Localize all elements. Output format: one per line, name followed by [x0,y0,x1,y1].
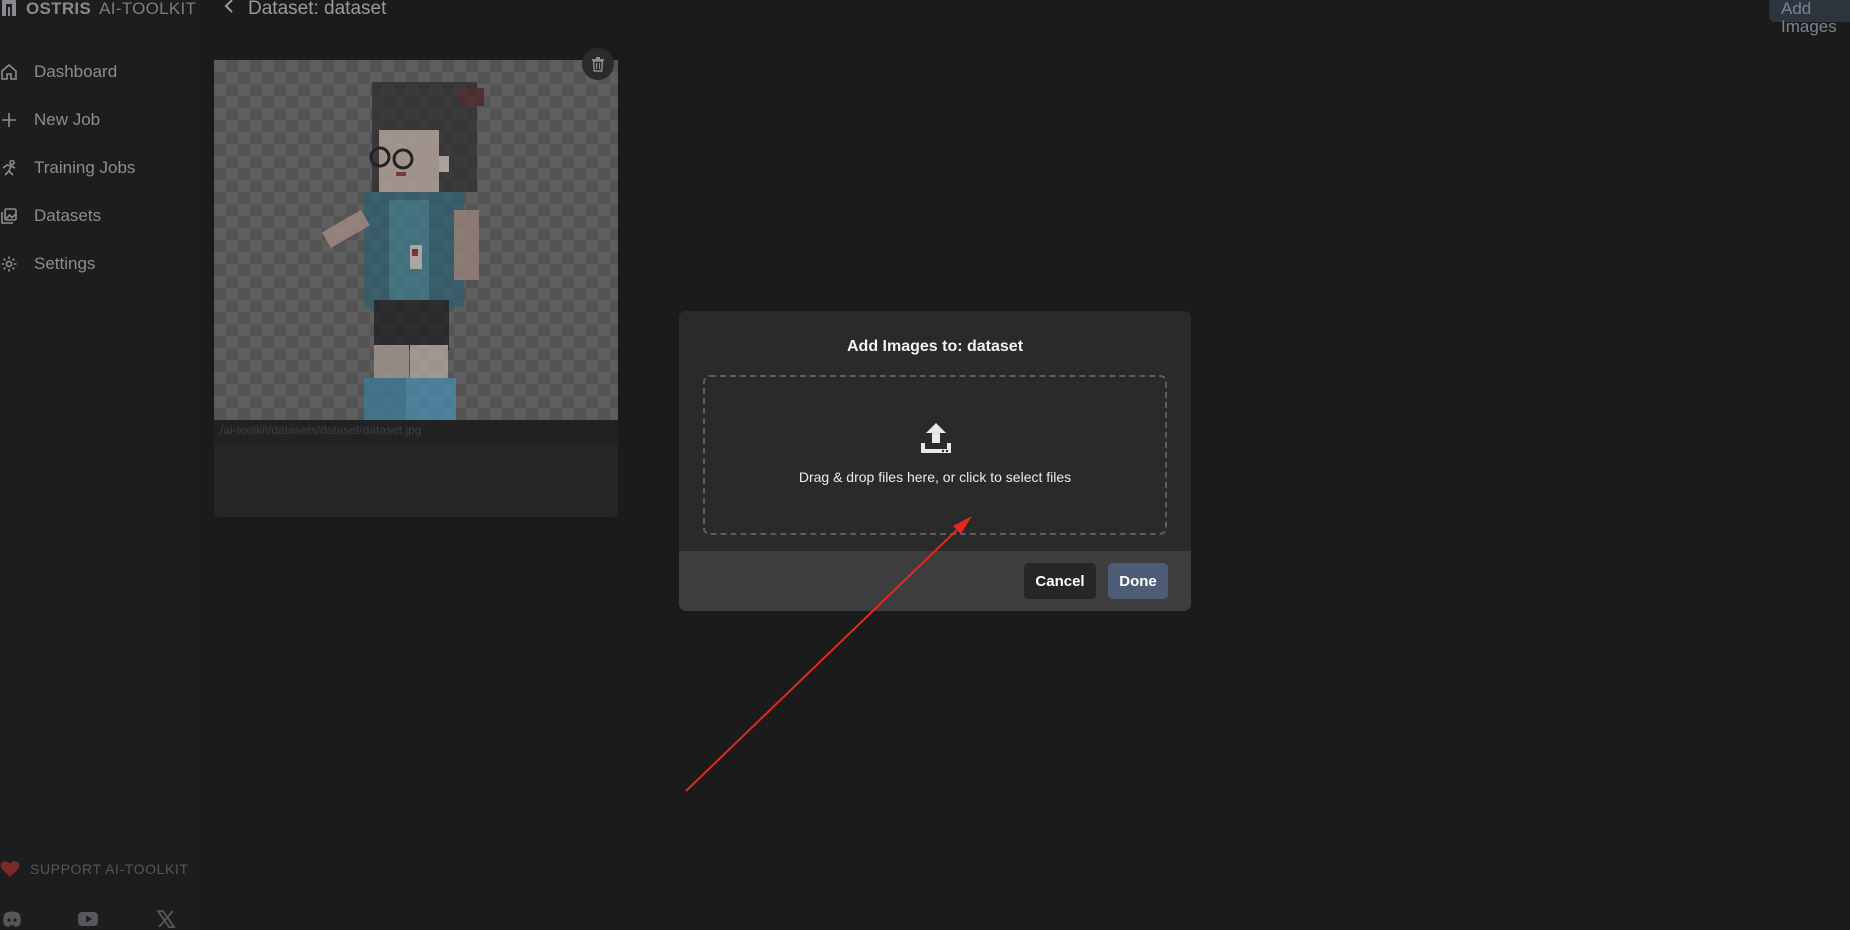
file-dropzone[interactable]: Drag & drop files here, or click to sele… [703,375,1167,535]
x-icon[interactable] [156,910,176,928]
sidebar-item-label: Settings [34,254,96,273]
sidebar-item-label: New Job [34,110,101,129]
sidebar-item-new-job[interactable]: New Job [0,107,100,133]
character-image [321,82,484,420]
youtube-icon[interactable] [78,910,98,928]
trash-icon [592,57,604,72]
support-link[interactable]: SUPPORT AI-TOOLKIT [0,860,189,878]
brand-name-rest: AI-TOOLKIT [99,0,197,18]
add-images-modal: Add Images to: dataset Drag & drop files… [679,311,1191,611]
social-links [0,910,180,930]
page-header: Dataset: dataset [222,0,387,19]
ostris-logo-icon [2,0,16,16]
images-icon [1,208,17,224]
sidebar: OSTRIS AI-TOOLKIT Dashboard New Job Trai… [0,0,200,930]
delete-image-button[interactable] [582,48,614,80]
modal-title: Add Images to: dataset [846,338,1024,355]
sidebar-item-datasets[interactable]: Datasets [0,203,101,229]
brand-name-bold: OSTRIS [26,0,92,18]
dataset-image[interactable] [214,60,618,420]
chevron-left-icon[interactable] [222,0,236,14]
done-button[interactable]: Done [1108,563,1168,599]
support-label: SUPPORT AI-TOOLKIT [30,861,189,877]
modal-footer: Cancel Done [679,551,1191,611]
training-icon [2,159,16,176]
upload-icon [921,423,951,453]
dropzone-text: Drag & drop files here, or click to sele… [798,469,1072,485]
dataset-image-card: /ai-toolkit/datasets/dataset/dataset.jpg [214,48,618,517]
sidebar-item-training-jobs[interactable]: Training Jobs [0,155,135,181]
brand[interactable]: OSTRIS AI-TOOLKIT [0,0,196,18]
caption-area[interactable] [214,444,618,517]
sidebar-item-settings[interactable]: Settings [0,251,95,277]
heart-icon [0,861,20,877]
discord-icon[interactable] [2,910,22,928]
page-title: Dataset: dataset [248,0,387,19]
sidebar-item-label: Dashboard [34,62,118,81]
image-path: /ai-toolkit/datasets/dataset/dataset.jpg [220,423,422,437]
add-images-button[interactable]: Add Images [1769,0,1850,36]
cancel-button[interactable]: Cancel [1024,563,1096,599]
sidebar-item-label: Training Jobs [34,158,136,177]
gear-icon [1,256,17,272]
plus-icon [2,113,16,127]
sidebar-item-label: Datasets [34,206,102,225]
sidebar-item-dashboard[interactable]: Dashboard [0,59,117,85]
home-icon [1,63,17,80]
